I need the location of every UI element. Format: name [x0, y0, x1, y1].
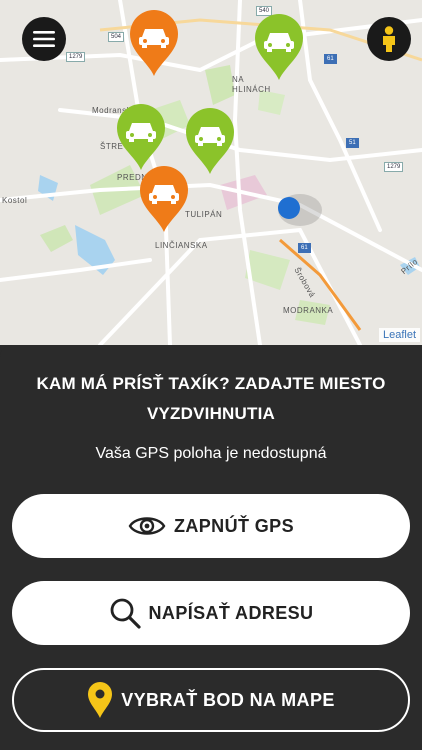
road-tag-51: 51: [346, 138, 359, 148]
road-tag-1279: 1279: [66, 52, 86, 62]
person-icon: [383, 26, 395, 52]
pick-on-map-label: VYBRAŤ BOD NA MAPE: [121, 689, 335, 710]
pick-on-map-button[interactable]: VYBRAŤ BOD NA MAPE: [12, 668, 410, 732]
map-view[interactable]: NA HLINÁCH Modranská ŠTRE PREDNA TULIPÁN…: [0, 0, 422, 345]
search-icon: [109, 597, 141, 629]
type-address-label: NAPÍSAŤ ADRESU: [148, 602, 314, 623]
taxi-pin-green[interactable]: [117, 104, 165, 170]
gps-status-text: Vaša GPS poloha je nedostupná: [95, 445, 327, 462]
road-tag-1279-east: 1279: [384, 162, 404, 172]
eye-icon: [128, 514, 166, 538]
map-label-kostol: Kostol: [2, 196, 28, 205]
taxi-pin-orange[interactable]: [140, 166, 188, 232]
road-tag-61-south: 61: [298, 243, 311, 253]
map-label-tulipan: TULIPÁN: [185, 210, 223, 219]
road-tag-504: 504: [108, 32, 125, 42]
taxi-car-icon: [186, 108, 234, 174]
taxi-pin-green[interactable]: [186, 108, 234, 174]
map-pin-icon: [87, 681, 113, 719]
hamburger-menu-icon: [33, 31, 55, 47]
profile-button[interactable]: [367, 17, 411, 61]
taxi-car-icon: [255, 14, 303, 80]
taxi-pin-green[interactable]: [255, 14, 303, 80]
taxi-pin-orange[interactable]: [130, 10, 178, 76]
type-address-button[interactable]: NAPÍSAŤ ADRESU: [12, 581, 410, 645]
leaflet-attribution-link[interactable]: Leaflet: [378, 328, 420, 342]
map-label-modranka: MODRANKA: [283, 306, 334, 315]
pickup-panel: KAM MÁ PRÍSŤ TAXÍK? ZADAJTE MIESTO VYZDV…: [0, 345, 422, 750]
taxi-car-icon: [130, 10, 178, 76]
enable-gps-button[interactable]: ZAPNÚŤ GPS: [12, 494, 410, 558]
map-label-linchianska: LINČIANSKA: [155, 241, 208, 250]
menu-button[interactable]: [22, 17, 66, 61]
enable-gps-label: ZAPNÚŤ GPS: [173, 515, 294, 536]
road-tag-61: 61: [324, 54, 337, 64]
taxi-car-icon: [117, 104, 165, 170]
panel-title: KAM MÁ PRÍSŤ TAXÍK? ZADAJTE MIESTO VYZDV…: [36, 374, 386, 423]
taxi-car-icon: [140, 166, 188, 232]
